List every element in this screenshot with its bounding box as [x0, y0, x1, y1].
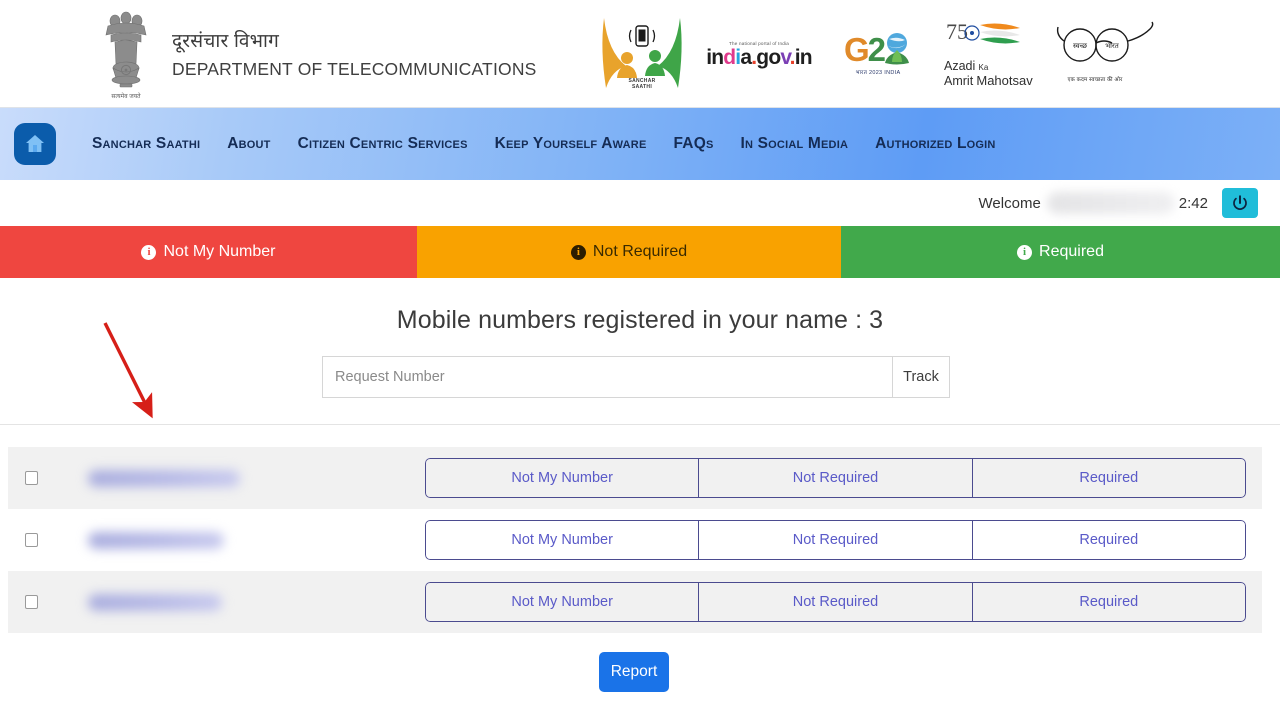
- report-button[interactable]: Report: [599, 652, 669, 692]
- dept-name-hindi: दूरसंचार विभाग: [172, 30, 280, 52]
- session-timer: 2:42: [1178, 194, 1208, 212]
- azadi-l2: Ka: [978, 63, 989, 73]
- ss-line2: SAATHI: [631, 83, 653, 90]
- row-checkbox[interactable]: [24, 471, 38, 485]
- band-not-my-number-label: Not My Number: [163, 243, 276, 260]
- table-row: Not My Number Not Required Required: [8, 571, 1262, 633]
- nav-item-sanchar-saathi[interactable]: Sanchar Saathi: [92, 135, 200, 153]
- row-checkbox[interactable]: [24, 595, 38, 609]
- glasses-lens-right: भारत: [1105, 43, 1120, 50]
- logout-power-button[interactable]: [1222, 188, 1258, 218]
- power-icon: [1233, 195, 1247, 210]
- azadi-l3: Amrit: [944, 74, 974, 89]
- table-row: Not My Number Not Required Required: [8, 509, 1262, 571]
- not-my-number-button[interactable]: Not My Number: [425, 458, 699, 498]
- india-state-emblem-icon: सत्यमेव जयते: [96, 6, 156, 102]
- mobile-number-cell: [54, 593, 425, 611]
- mobile-number-redacted: [88, 531, 224, 549]
- request-number-input[interactable]: [322, 356, 892, 398]
- swachh-bharat-tagline: एक कदम स्वच्छता की ओर: [1067, 77, 1123, 83]
- azadi-l1: Azadi: [944, 59, 976, 74]
- band-not-required[interactable]: i Not Required: [417, 226, 841, 278]
- action-button-group: Not My Number Not Required Required: [425, 520, 1246, 560]
- required-button[interactable]: Required: [971, 520, 1246, 560]
- row-actions-cell: Not My Number Not Required Required: [425, 458, 1262, 498]
- not-required-button[interactable]: Not Required: [698, 520, 972, 560]
- row-actions-cell: Not My Number Not Required Required: [425, 582, 1262, 622]
- india-gov-wordmark: india.gov.in: [706, 45, 812, 69]
- swachh-bharat-logo[interactable]: स्वच्छ भारत एक कदम स्वच्छता की ओर: [1054, 21, 1158, 87]
- track-button[interactable]: Track: [892, 356, 950, 398]
- info-circle-icon: i: [1017, 244, 1033, 260]
- band-required[interactable]: i Required: [841, 226, 1280, 278]
- row-checkbox[interactable]: [24, 533, 38, 547]
- g20-sub: भारत 2023 INDIA: [855, 70, 901, 76]
- not-required-button[interactable]: Not Required: [698, 458, 972, 498]
- welcome-label: Welcome: [978, 194, 1041, 212]
- section-divider: [0, 424, 1280, 425]
- home-icon: [26, 135, 44, 152]
- report-action-area: Report: [0, 652, 1280, 692]
- mobile-number-cell: [54, 469, 425, 487]
- row-checkbox-cell: [8, 595, 54, 609]
- row-checkbox-cell: [8, 471, 54, 485]
- partner-logos: SANCHAR SAATHI The national portal of In…: [596, 8, 1158, 100]
- home-button[interactable]: [14, 123, 56, 165]
- action-button-group: Not My Number Not Required Required: [425, 582, 1246, 622]
- page-root: सत्यमेव जयते दूरसंचार विभाग DEPARTMENT O…: [0, 0, 1280, 720]
- band-not-required-label: Not Required: [592, 243, 688, 260]
- nav-item-faqs[interactable]: FAQs: [673, 135, 713, 153]
- nav-item-authorized-login[interactable]: Authorized Login: [875, 135, 995, 153]
- emblem-motto: सत्यमेव जयते: [111, 92, 141, 100]
- nav-item-in-social-media[interactable]: In Social Media: [740, 135, 848, 153]
- dept-text-block: दूरसंचार विभाग DEPARTMENT OF TELECOMMUNI…: [172, 28, 537, 81]
- masthead: सत्यमेव जयते दूरसंचार विभाग DEPARTMENT O…: [0, 0, 1280, 108]
- mobile-number-cell: [54, 531, 425, 549]
- dept-name-english: DEPARTMENT OF TELECOMMUNICATIONS: [172, 59, 537, 80]
- row-actions-cell: Not My Number Not Required Required: [425, 520, 1262, 560]
- page-title: Mobile numbers registered in your name :…: [396, 306, 884, 334]
- mobile-number-redacted: [88, 593, 222, 611]
- nav-item-about[interactable]: About: [227, 135, 270, 153]
- welcome-bar: Welcome 2:42: [0, 180, 1280, 226]
- india-gov-in-logo[interactable]: The national portal of India india.gov.i…: [704, 41, 814, 68]
- azadi-text-block: Azadi Ka Amrit Mahotsav: [944, 59, 1033, 89]
- masthead-inner: सत्यमेव जयते दूरसंचार विभाग DEPARTMENT O…: [96, 0, 1188, 108]
- request-number-search: Track: [322, 356, 950, 398]
- dept-branding: सत्यमेव जयते दूरसंचार विभाग DEPARTMENT O…: [96, 6, 537, 102]
- azadi-ka-amrit-mahotsav-logo[interactable]: 75 Azadi Ka Amrit Mahotsav: [942, 17, 1038, 91]
- row-checkbox-cell: [8, 533, 54, 547]
- band-not-my-number[interactable]: i Not My Number: [0, 226, 417, 278]
- main-navigation: Sanchar Saathi About Citizen Centric Ser…: [0, 108, 1280, 180]
- g20-logo[interactable]: G2 भारत 2023 INDIA: [830, 32, 926, 76]
- mobile-number-redacted: [88, 469, 240, 487]
- nav-item-citizen-centric-services[interactable]: Citizen Centric Services: [298, 135, 468, 153]
- sanchar-saathi-label: SANCHAR SAATHI: [596, 78, 688, 91]
- not-my-number-button[interactable]: Not My Number: [425, 520, 699, 560]
- band-required-label: Required: [1039, 243, 1104, 260]
- table-row: Not My Number Not Required Required: [8, 447, 1262, 509]
- numbers-table: Not My Number Not Required Required Not …: [8, 447, 1262, 633]
- not-my-number-button[interactable]: Not My Number: [425, 582, 699, 622]
- g20-wordmark: G2: [843, 30, 886, 68]
- welcome-user-name-redacted: [1046, 192, 1175, 214]
- glasses-lens-left: स्वच्छ: [1073, 43, 1088, 50]
- status-bands: i Not My Number i Not Required i Require…: [0, 226, 1280, 278]
- info-circle-icon: i: [570, 244, 586, 260]
- required-button[interactable]: Required: [971, 582, 1246, 622]
- not-required-button[interactable]: Not Required: [698, 582, 972, 622]
- nav-item-keep-yourself-aware[interactable]: Keep Yourself Aware: [495, 135, 647, 153]
- action-button-group: Not My Number Not Required Required: [425, 458, 1246, 498]
- info-circle-icon: i: [141, 244, 157, 260]
- azadi-l4: Mahotsav: [976, 73, 1033, 89]
- nav-item-list: Sanchar Saathi About Citizen Centric Ser…: [92, 135, 996, 153]
- sanchar-saathi-logo[interactable]: SANCHAR SAATHI: [596, 12, 688, 96]
- required-button[interactable]: Required: [971, 458, 1246, 498]
